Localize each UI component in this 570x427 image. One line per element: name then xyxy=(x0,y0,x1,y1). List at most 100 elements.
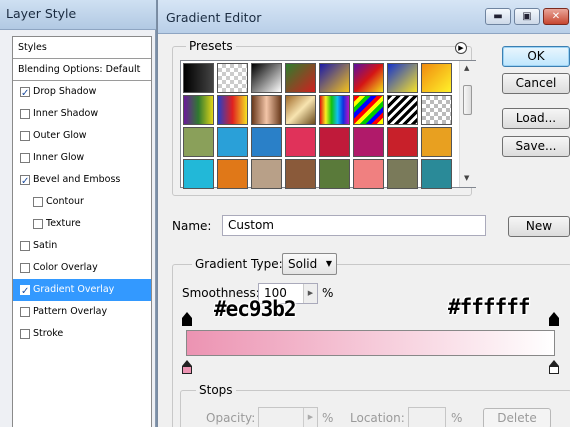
style-item-texture[interactable]: Texture xyxy=(13,213,151,235)
stops-label: Stops xyxy=(196,383,236,397)
preset-swatch[interactable] xyxy=(319,95,350,125)
style-item-inner-glow[interactable]: Inner Glow xyxy=(13,147,151,169)
new-button[interactable]: New xyxy=(508,216,570,237)
delete-button[interactable]: Delete xyxy=(483,408,551,427)
style-checkbox[interactable] xyxy=(20,241,30,251)
preset-swatch[interactable] xyxy=(387,63,418,93)
opacity-stop-left[interactable] xyxy=(182,312,192,326)
name-field[interactable]: Custom xyxy=(222,215,486,236)
preset-swatch[interactable] xyxy=(251,127,282,157)
preset-swatch[interactable] xyxy=(319,127,350,157)
preset-swatch[interactable] xyxy=(319,63,350,93)
gradient-preview-bar[interactable] xyxy=(186,330,555,356)
preset-swatch[interactable] xyxy=(217,63,248,93)
gradient-editor-title: Gradient Editor xyxy=(166,10,262,25)
ok-button[interactable]: OK xyxy=(502,46,570,67)
preset-swatch[interactable] xyxy=(421,127,452,157)
style-checkbox[interactable] xyxy=(20,281,30,303)
load-button[interactable]: Load... xyxy=(502,108,570,129)
location-label: Location: xyxy=(350,411,405,425)
style-item-inner-shadow[interactable]: Inner Shadow xyxy=(13,103,151,125)
style-checkbox[interactable] xyxy=(20,109,30,119)
style-item-pattern-overlay[interactable]: Pattern Overlay xyxy=(13,301,151,323)
location-field[interactable] xyxy=(408,407,446,427)
preset-swatch[interactable] xyxy=(183,95,214,125)
right-color-annotation: #ffffff xyxy=(448,295,531,319)
smoothness-percent: % xyxy=(322,286,334,300)
style-item-blending-options-default[interactable]: Blending Options: Default xyxy=(13,59,151,81)
gradient-type-select[interactable]: Solid ▼ xyxy=(282,253,337,275)
preset-swatch[interactable] xyxy=(251,95,282,125)
preset-swatch[interactable] xyxy=(285,127,316,157)
preset-swatch[interactable] xyxy=(387,127,418,157)
preset-swatch[interactable] xyxy=(251,159,282,189)
scroll-down-icon[interactable]: ▼ xyxy=(464,174,469,182)
preset-swatch[interactable] xyxy=(421,159,452,189)
preset-swatch[interactable] xyxy=(353,127,384,157)
opacity-percent: % xyxy=(322,411,334,425)
layer-style-title: Layer Style xyxy=(6,6,77,21)
preset-swatch[interactable] xyxy=(183,127,214,157)
style-item-outer-glow[interactable]: Outer Glow xyxy=(13,125,151,147)
preset-swatch[interactable] xyxy=(217,95,248,125)
style-item-stroke[interactable]: Stroke xyxy=(13,323,151,345)
style-item-label: Drop Shadow xyxy=(33,86,97,97)
style-checkbox[interactable] xyxy=(20,83,30,105)
opacity-spin-icon[interactable]: ▶ xyxy=(303,408,317,427)
style-checkbox[interactable] xyxy=(20,307,30,317)
preset-swatch[interactable] xyxy=(387,159,418,189)
close-button[interactable]: ✕ xyxy=(543,8,569,25)
preset-swatch[interactable] xyxy=(183,159,214,189)
style-item-label: Inner Glow xyxy=(33,152,85,163)
presets-grid: ▲ ▼ xyxy=(180,60,476,189)
style-item-satin[interactable]: Satin xyxy=(13,235,151,257)
opacity-stop-right[interactable] xyxy=(549,312,559,326)
style-item-color-overlay[interactable]: Color Overlay xyxy=(13,257,151,279)
location-percent: % xyxy=(451,411,463,425)
preset-swatch[interactable] xyxy=(353,63,384,93)
style-item-styles[interactable]: Styles xyxy=(13,37,151,59)
preset-swatch[interactable] xyxy=(421,63,452,93)
preset-swatch[interactable] xyxy=(217,127,248,157)
style-item-label: Satin xyxy=(33,240,58,251)
opacity-field[interactable]: ▶ xyxy=(258,407,318,427)
style-item-drop-shadow[interactable]: Drop Shadow xyxy=(13,81,151,105)
style-checkbox[interactable] xyxy=(33,197,43,207)
preset-swatch[interactable] xyxy=(353,159,384,189)
presets-menu-icon[interactable]: ▶ xyxy=(455,42,467,54)
preset-swatch[interactable] xyxy=(251,63,282,93)
preset-swatch[interactable] xyxy=(421,95,452,125)
style-item-label: Styles xyxy=(18,42,47,53)
color-stop-left[interactable] xyxy=(182,360,192,374)
preset-swatch[interactable] xyxy=(285,95,316,125)
style-checkbox[interactable] xyxy=(33,219,43,229)
preset-swatch[interactable] xyxy=(285,63,316,93)
style-item-label: Pattern Overlay xyxy=(33,306,108,317)
preset-swatch[interactable] xyxy=(353,95,384,125)
opacity-label: Opacity: xyxy=(206,411,256,425)
style-checkbox[interactable] xyxy=(20,153,30,163)
style-item-label: Texture xyxy=(46,218,81,229)
preset-swatch[interactable] xyxy=(217,159,248,189)
save-button[interactable]: Save... xyxy=(502,136,570,157)
style-checkbox[interactable] xyxy=(20,263,30,273)
preset-swatch[interactable] xyxy=(387,95,418,125)
preset-swatch[interactable] xyxy=(285,159,316,189)
minimize-button[interactable]: ▬ xyxy=(485,8,511,25)
style-checkbox[interactable] xyxy=(20,171,30,193)
style-checkbox[interactable] xyxy=(20,329,30,339)
smoothness-spin-icon[interactable]: ▶ xyxy=(303,284,317,303)
cancel-button[interactable]: Cancel xyxy=(502,73,570,94)
scroll-thumb[interactable] xyxy=(463,85,472,115)
maximize-button[interactable]: ▣ xyxy=(514,8,540,25)
style-item-contour[interactable]: Contour xyxy=(13,191,151,213)
style-checkbox[interactable] xyxy=(20,131,30,141)
style-item-bevel-and-emboss[interactable]: Bevel and Emboss xyxy=(13,169,151,193)
scroll-up-icon[interactable]: ▲ xyxy=(464,64,469,72)
left-color-annotation: #ec93b2 xyxy=(214,297,297,321)
preset-swatch[interactable] xyxy=(183,63,214,93)
style-item-gradient-overlay[interactable]: Gradient Overlay xyxy=(13,279,151,303)
presets-scrollbar[interactable]: ▲ ▼ xyxy=(459,61,476,187)
color-stop-right[interactable] xyxy=(549,360,559,374)
preset-swatch[interactable] xyxy=(319,159,350,189)
